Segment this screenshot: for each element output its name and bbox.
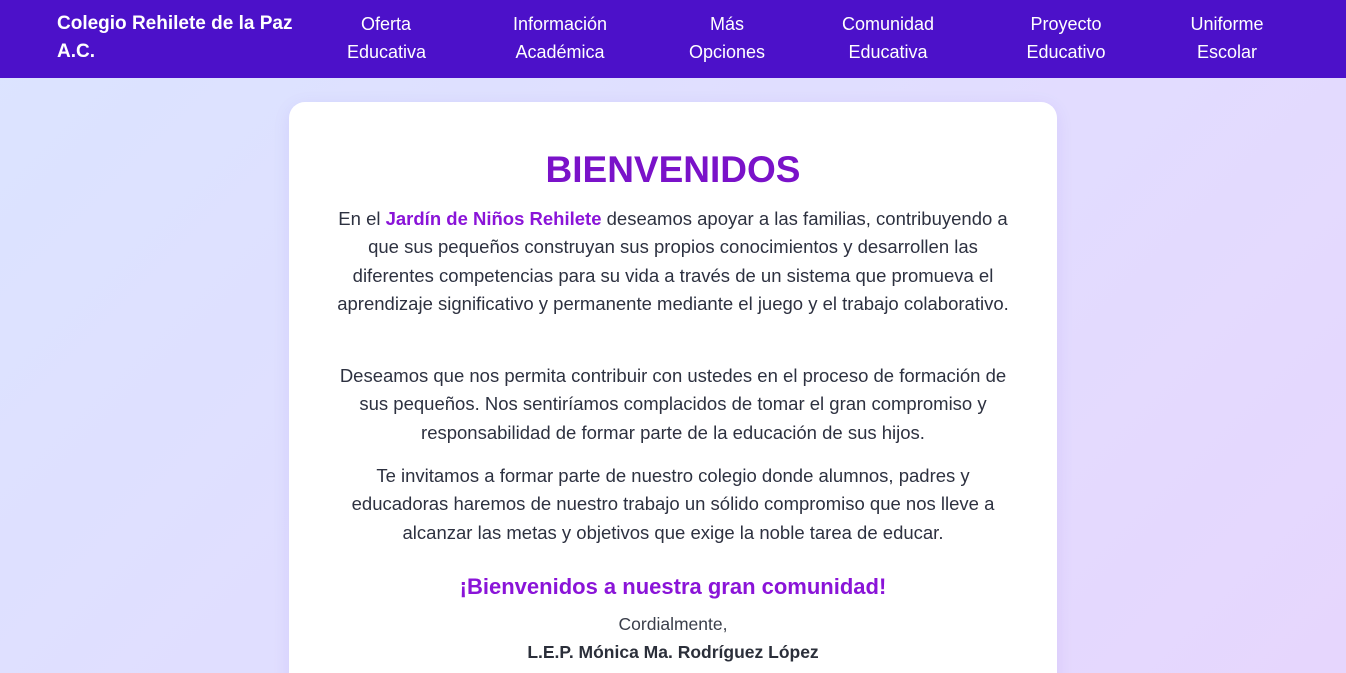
top-navbar: Colegio Rehilete de la Paz A.C. Oferta E… — [0, 0, 1346, 78]
nav-informacion-academica[interactable]: Información Académica — [510, 10, 610, 66]
welcome-closing: ¡Bienvenidos a nuestra gran comunidad! — [459, 574, 887, 599]
welcome-title: BIENVENIDOS — [545, 149, 801, 190]
paragraph-1-intro: En el — [338, 208, 386, 229]
director-signature: L.E.P. Mónica Ma. Rodríguez López — [527, 642, 819, 662]
welcome-card: BIENVENIDOS En el Jardín de Niños Rehile… — [289, 102, 1057, 673]
nav-comunidad-educativa[interactable]: Comunidad Educativa — [838, 10, 938, 66]
brand-link[interactable]: Colegio Rehilete de la Paz A.C. — [57, 10, 327, 66]
nav-proyecto-educativo[interactable]: Proyecto Educativo — [1020, 10, 1112, 66]
welcome-paragraph-3: Te invitamos a formar parte de nuestro c… — [351, 465, 995, 543]
school-name-highlight: Jardín de Niños Rehilete — [385, 208, 602, 229]
nav-mas-opciones[interactable]: Más Opciones — [687, 10, 767, 66]
closing-regards: Cordialmente, — [618, 614, 728, 634]
welcome-paragraph-2: Deseamos que nos permita contribuir con … — [339, 365, 1007, 443]
nav-oferta-educativa[interactable]: Oferta Educativa — [347, 10, 426, 66]
welcome-paragraph-1: En el Jardín de Niños Rehilete deseamos … — [333, 205, 1013, 319]
nav-uniforme-escolar[interactable]: Uniforme Escolar — [1187, 10, 1267, 66]
